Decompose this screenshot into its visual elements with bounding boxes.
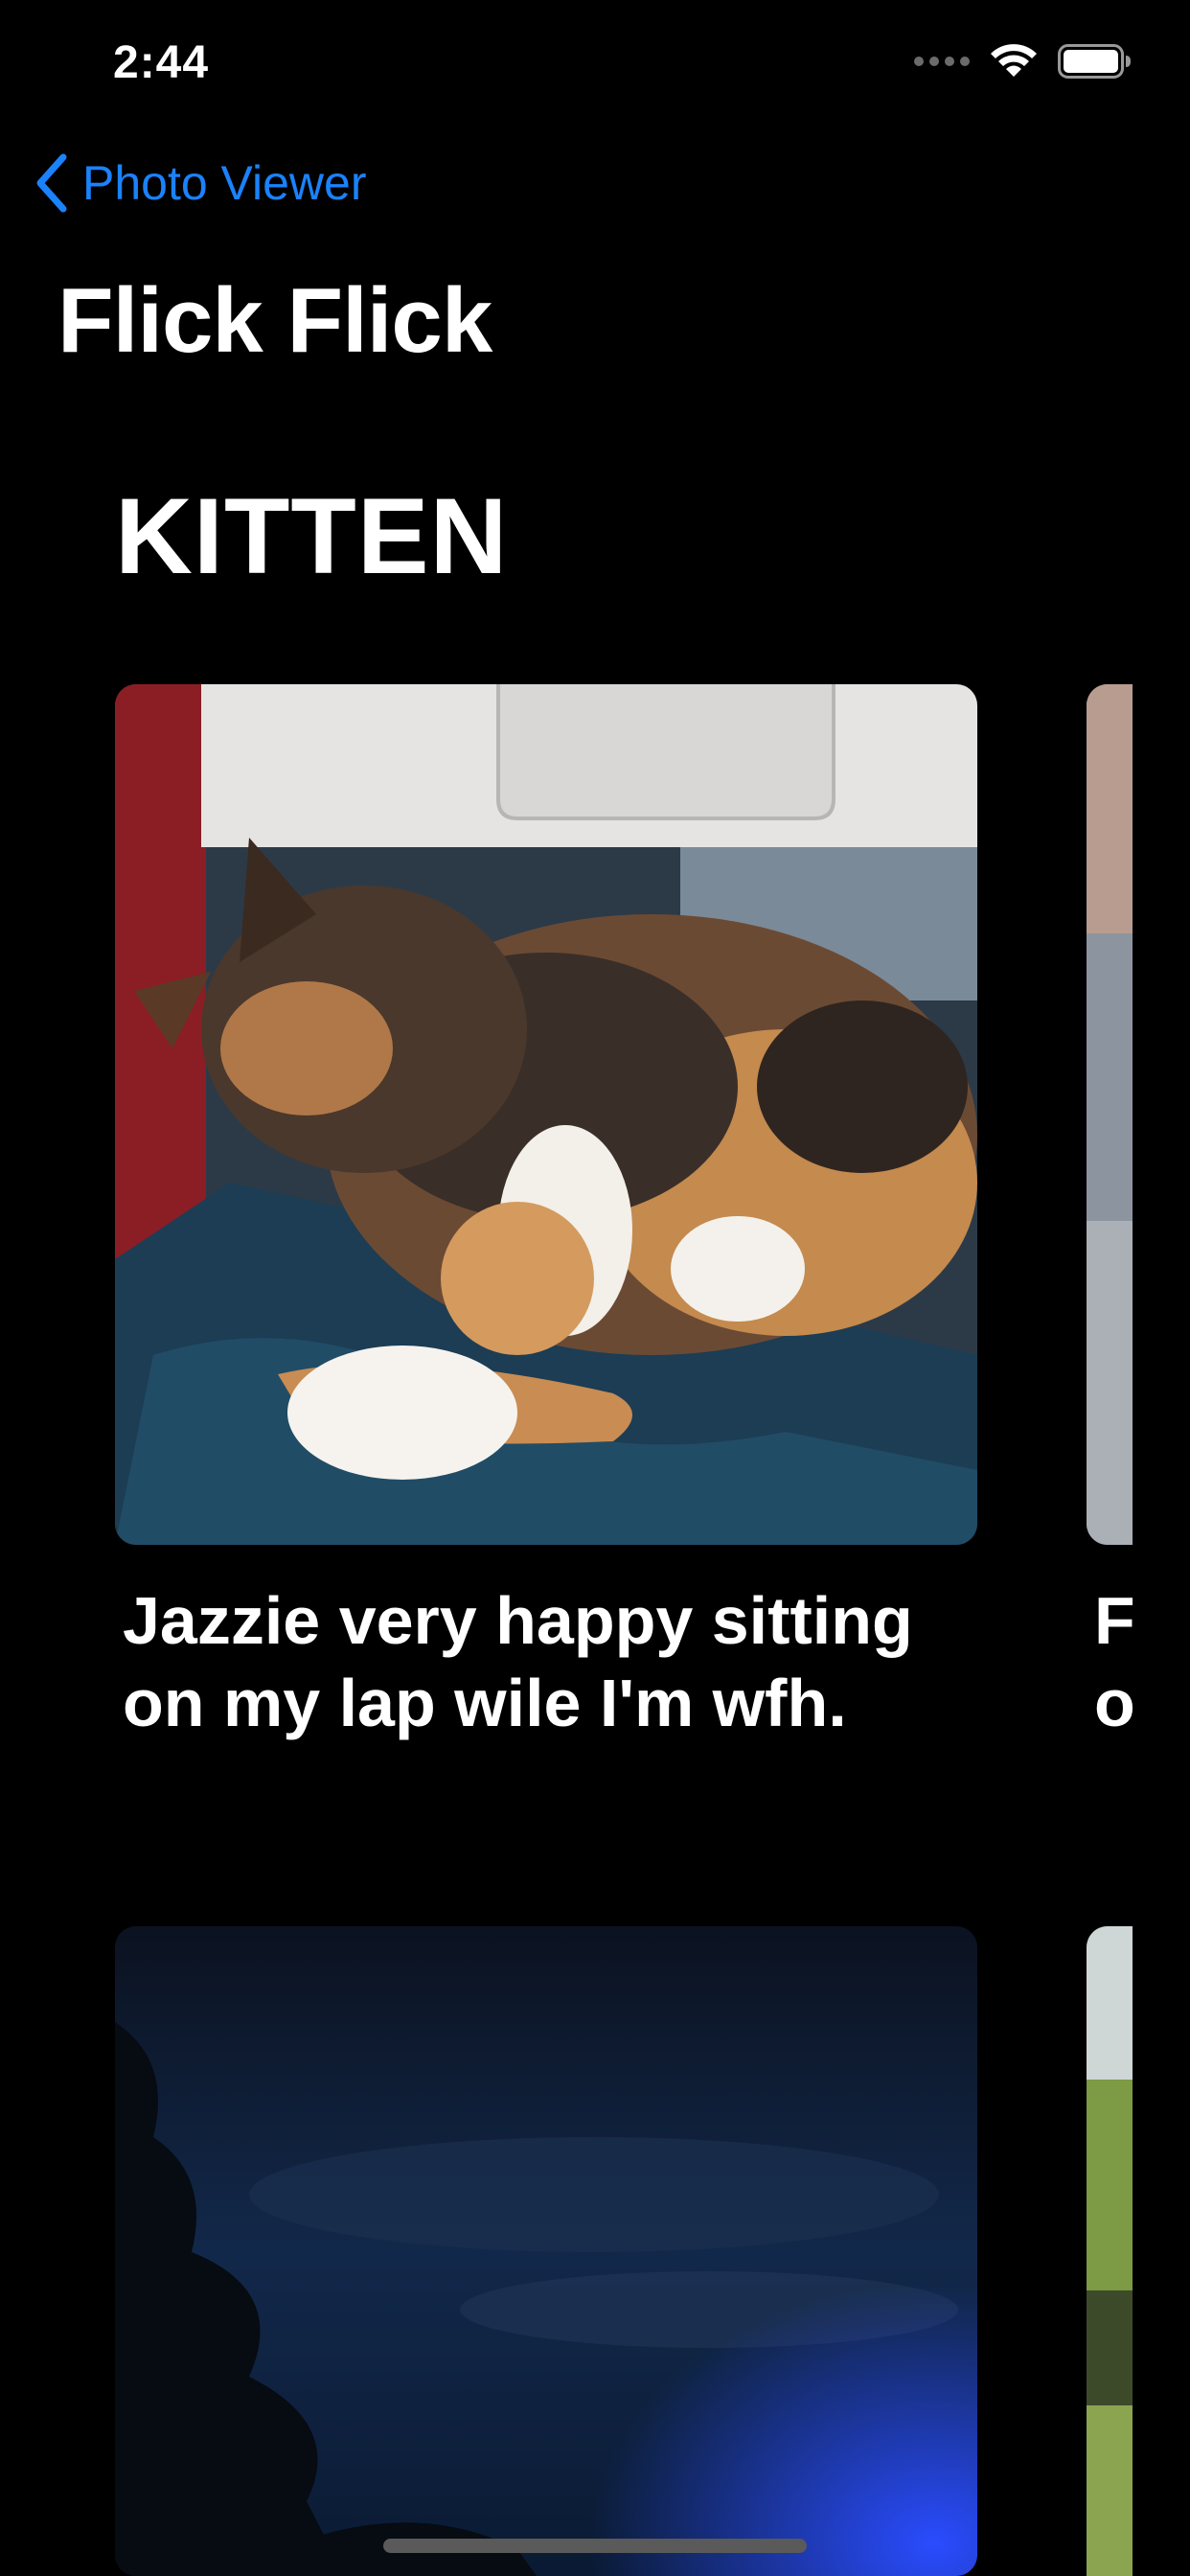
wifi-icon (991, 44, 1037, 77)
back-button-label: Photo Viewer (82, 156, 367, 210)
home-indicator[interactable] (383, 2539, 807, 2553)
green-landscape-image (1087, 1926, 1133, 2576)
photo-caption-partial: F o (1094, 1579, 1133, 1744)
calico-kitten-image (115, 684, 977, 1545)
caption-peek-line-2: o (1094, 1666, 1133, 1740)
status-bar: 2:44 (0, 0, 1190, 126)
page-title: Flick Flick (57, 269, 492, 372)
caption-peek-line-1: F (1094, 1583, 1133, 1658)
battery-icon (1058, 44, 1131, 79)
caption-line-2: on my lap wile I'm wfh. (123, 1666, 847, 1740)
photo-card-kitten[interactable] (115, 684, 977, 1545)
status-icons (914, 44, 1131, 79)
cellular-signal-icon (914, 57, 970, 66)
status-time: 2:44 (113, 37, 210, 88)
section-title: KITTEN (115, 476, 509, 596)
photo-card-night-sky[interactable] (115, 1926, 977, 2576)
caption-line-1: Jazzie very happy sitting (123, 1583, 913, 1658)
photo-caption-kitten: Jazzie very happy sitting on my lap wile… (123, 1579, 985, 1744)
photo-card-landscape[interactable] (1087, 1926, 1133, 2576)
night-sky-image (115, 1926, 977, 2576)
photo-card-partial[interactable] (1087, 684, 1133, 1545)
back-button[interactable]: Photo Viewer (34, 153, 366, 213)
partial-photo-image (1087, 684, 1133, 1545)
chevron-left-icon (36, 153, 67, 213)
